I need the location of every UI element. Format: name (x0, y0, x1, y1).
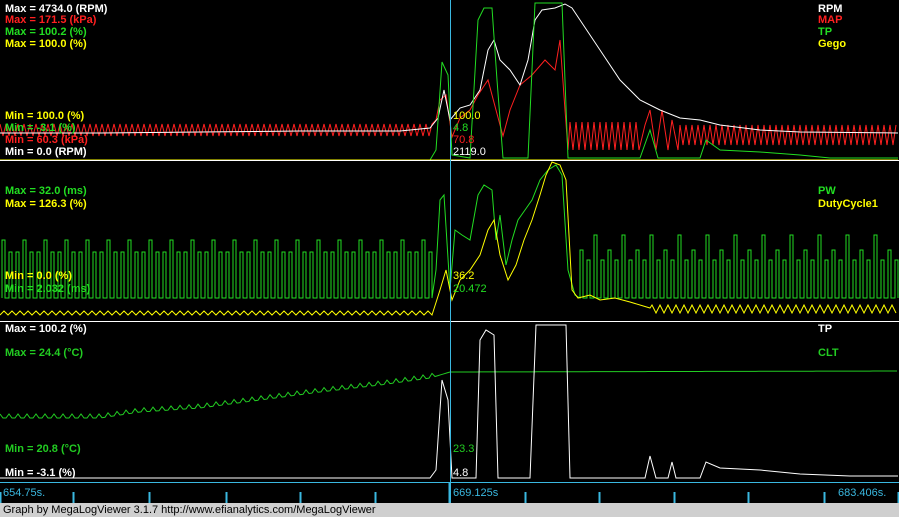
cursor-value-gego: 100.0 (453, 110, 481, 122)
legend-pw[interactable]: PW (818, 185, 836, 197)
legend-tp3[interactable]: TP (818, 323, 832, 335)
tp3-trace (0, 324, 898, 479)
duty-max-label: Max = 126.3 (%) (5, 198, 87, 210)
duty-min-label: Min = 0.0 (%) (5, 270, 72, 282)
timeline-end-label: 683.406s. (838, 487, 887, 499)
timeline-cursor-label: 669.125s (453, 487, 499, 499)
legend-dutycycle1[interactable]: DutyCycle1 (818, 198, 878, 210)
tp3-min-label: Min = -3.1 (%) (5, 467, 76, 479)
pw-min-label: Min = 2.032 (ms) (5, 283, 91, 295)
timeline-ticks (0, 483, 899, 503)
timeline-start-label: 654.75s. (3, 487, 46, 499)
rpm-trace (0, 3, 899, 134)
tp-min-label: Min = -3.1 (%) (5, 122, 76, 134)
tp-trace (0, 2, 898, 161)
cursor-value-rpm: 2119.0 (453, 146, 486, 158)
tp3-max-label: Max = 100.2 (%) (5, 323, 87, 335)
legend-clt[interactable]: CLT (818, 347, 839, 359)
cursor-value-tp3: 4.8 (453, 467, 469, 479)
trace-layer (0, 2, 899, 479)
pw-max-label: Max = 32.0 (ms) (5, 185, 87, 197)
gego-max-label: Max = 100.0 (%) (5, 38, 87, 50)
rpm-min-label: Min = 0.0 (RPM) (5, 146, 87, 158)
cursor-value-clt: 23.3 (453, 443, 475, 455)
legend-tp[interactable]: TP (818, 26, 832, 38)
map-max-label: Max = 171.5 (kPa) (5, 14, 97, 26)
map-min-label: Min = 60.3 (kPa) (5, 134, 88, 146)
cursor-value-map: 70.8 (453, 134, 475, 146)
cursor-value-duty: 36.2 (453, 270, 475, 282)
cursor-value-tp: 4.8 (453, 122, 469, 134)
legend-map[interactable]: MAP (818, 14, 842, 26)
gego-min-label: Min = 100.0 (%) (5, 110, 85, 122)
log-graph-canvas[interactable] (0, 0, 899, 517)
legend-gego[interactable]: Gego (818, 38, 846, 50)
cursor-value-pw: 20.472 (453, 283, 487, 295)
tp-max-label: Max = 100.2 (%) (5, 26, 87, 38)
footer-credit: Graph by MegaLogViewer 3.1.7 http://www.… (0, 503, 899, 517)
clt-max-label: Max = 24.4 (°C) (5, 347, 84, 359)
map-trace (0, 39, 897, 151)
clt-min-label: Min = 20.8 (°C) (5, 443, 81, 455)
